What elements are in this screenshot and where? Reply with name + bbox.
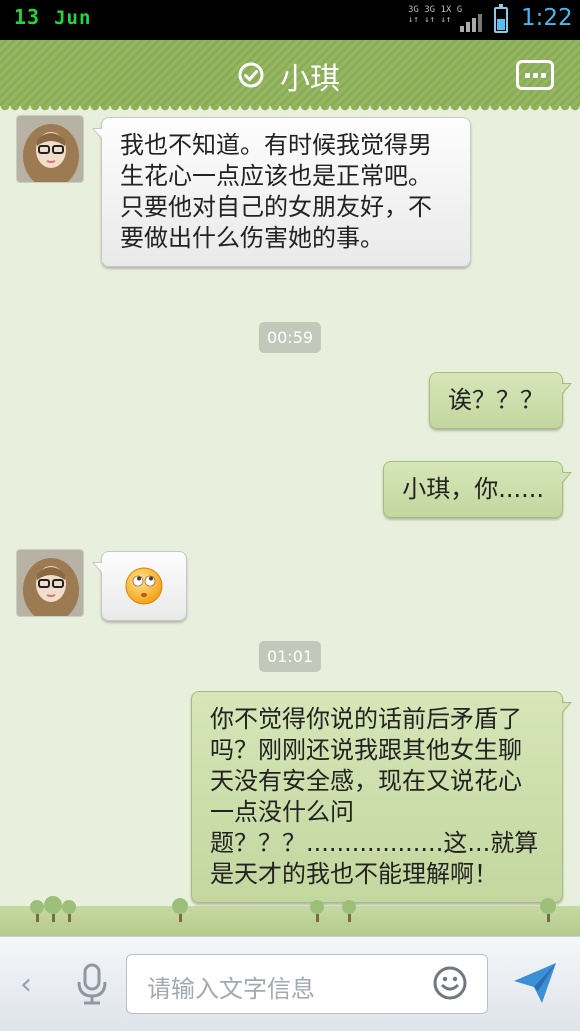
incoming-message[interactable]: 我也不知道。有时候我觉得男生花心一点应该也是正常吧。只要他对自己的女朋友好，不要… [92,117,471,267]
tree-decoration [342,900,356,922]
contact-avatar[interactable] [16,115,84,183]
battery-icon [494,4,508,33]
network-indicator: 3G 3G 1X G ↓↑ ↓↑ ↓↑ [408,5,462,25]
outgoing-message[interactable]: 小琪，你...... [383,461,572,518]
outgoing-message[interactable]: 诶？？？ [429,372,572,429]
chat-title: 小琪 [280,62,340,97]
status-day: 13 [14,5,41,29]
status-time: 1:22 [521,5,573,31]
send-icon[interactable] [512,961,558,1005]
tree-decoration [310,900,324,922]
status-month: Jun [54,7,92,29]
tree-decoration [62,900,76,922]
status-date: 13 Jun [14,5,91,29]
incoming-message[interactable] [92,551,187,621]
status-bar: 13 Jun 3G 3G 1X G ↓↑ ↓↑ ↓↑ 1:22 [0,0,580,40]
outgoing-message[interactable]: 你不觉得你说的话前后矛盾了吗？刚刚还说我跟其他女生聊天没有安全感，现在又说花心一… [191,691,572,903]
microphone-icon[interactable] [74,963,110,1005]
message-text: 你不觉得你说的话前后矛盾了吗？刚刚还说我跟其他女生聊天没有安全感，现在又说花心一… [210,705,539,888]
signal-icon [460,14,482,32]
check-circle-icon [238,62,264,88]
message-list[interactable]: 我也不知道。有时候我觉得男生花心一点应该也是正常吧。只要他对自己的女朋友好，不要… [0,106,580,936]
contact-avatar[interactable] [16,549,84,617]
input-bar: ‹ 请输入文字信息 [0,936,580,1031]
smiley-icon[interactable] [432,965,468,1001]
tree-decoration [30,900,44,922]
back-arrow-icon[interactable]: ‹ [20,967,32,1002]
message-timestamp: 00:59 [258,322,322,353]
background-scenery [0,906,580,936]
chat-header: 小琪 [0,40,580,112]
tree-decoration [44,896,62,922]
message-timestamp: 01:01 [258,641,322,672]
tree-decoration [540,898,556,922]
message-text: 小琪，你...... [402,475,544,503]
message-text: 我也不知道。有时候我觉得男生花心一点应该也是正常吧。只要他对自己的女朋友好，不要… [120,131,432,252]
network-activity: ↓↑ ↓↑ ↓↑ [408,15,452,25]
network-type: 3G 3G 1X G [408,5,463,15]
more-icon[interactable] [516,60,554,90]
rolling-eyes-emoji [125,567,163,605]
message-text: 诶？？？ [448,386,544,414]
tree-decoration [172,898,188,922]
message-input-placeholder: 请输入文字信息 [147,975,315,1003]
